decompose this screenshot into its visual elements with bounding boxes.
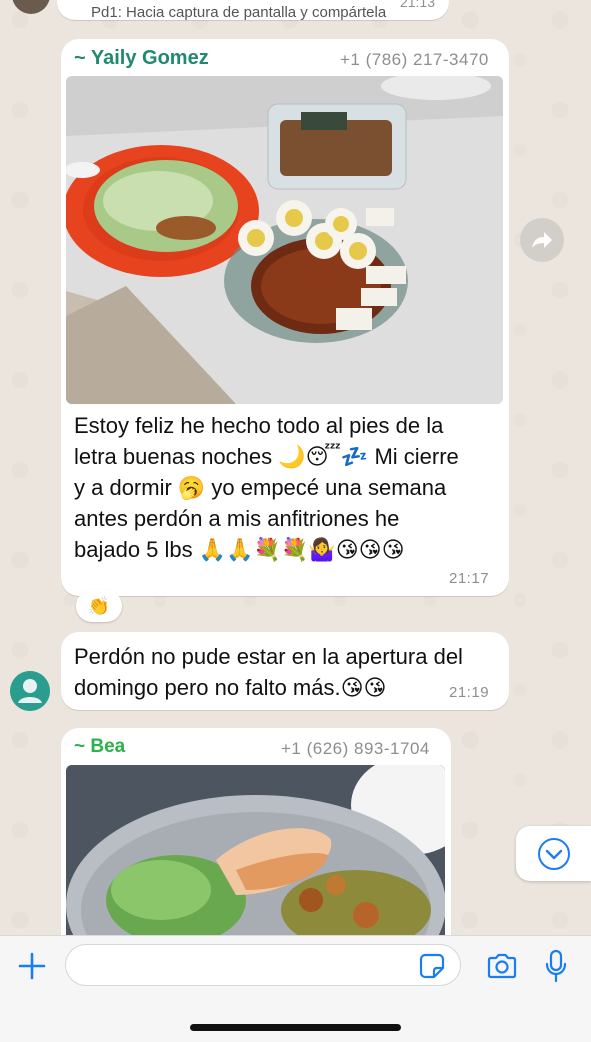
sender-name[interactable]: ~ Bea — [74, 736, 125, 758]
sender-phone: +1 (786) 217-3470 — [340, 50, 489, 69]
message-text-line: letra buenas noches 🌙😴💤 Mi cierre — [74, 444, 459, 469]
camera-icon — [487, 953, 517, 979]
reaction-badge[interactable]: 👏 — [76, 590, 122, 622]
message-text-line: bajado 5 lbs 🙏🙏💐💐🤷‍♀️😘😘😘 — [74, 537, 405, 562]
message-text-line: Perdón no pude estar en la apertura del — [74, 644, 463, 669]
food-photo[interactable] — [66, 76, 503, 404]
message-bubble-previous[interactable]: Pd1: Hacia captura de pantalla y compárt… — [57, 0, 449, 21]
microphone-icon — [545, 949, 567, 983]
sticker-button[interactable] — [415, 950, 449, 982]
attach-button[interactable] — [12, 948, 52, 984]
message-time: 21:13 — [399, 0, 435, 10]
sender-name[interactable]: ~ Yaily Gomez — [74, 47, 209, 70]
message-time: 21:17 — [449, 570, 490, 587]
message-text: Pd1: Hacia captura de pantalla y compárt… — [91, 4, 387, 21]
message-text-line: antes perdón a mis anfitriones he — [74, 506, 400, 531]
default-avatar-icon — [10, 671, 50, 711]
forward-icon — [532, 232, 552, 248]
message-time: 21:19 — [449, 684, 490, 701]
compose-bar — [0, 935, 591, 1042]
food-photo[interactable] — [66, 765, 445, 935]
chevron-down-icon — [537, 837, 570, 870]
microphone-button[interactable] — [538, 946, 574, 986]
sender-phone: +1 (626) 893-1704 — [281, 739, 430, 758]
home-indicator[interactable] — [190, 1024, 401, 1031]
scroll-to-bottom-button[interactable] — [516, 826, 591, 881]
camera-button[interactable] — [482, 948, 522, 984]
message-text-line: y a dormir 🥱 yo empecé una semana — [74, 475, 447, 500]
avatar[interactable] — [10, 671, 50, 711]
message-input[interactable] — [65, 944, 461, 986]
forward-button[interactable] — [520, 218, 564, 262]
plus-icon — [18, 952, 46, 980]
message-text-line: Estoy feliz he hecho todo al pies de la — [74, 413, 444, 438]
sticker-icon — [419, 953, 445, 979]
message-text-line: domingo pero no falto más.😘😘 — [74, 675, 387, 700]
